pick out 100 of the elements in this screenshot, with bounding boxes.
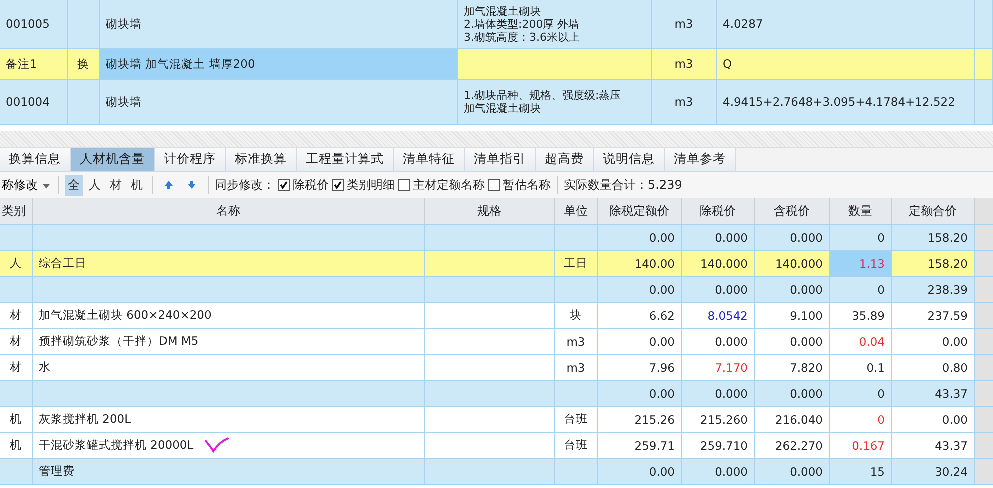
quantity-cell: 0.04 — [859, 334, 885, 348]
base-price-cell: 140.00 — [634, 256, 675, 270]
table-row[interactable]: 0.00 0.000 0.000 0 43.37 — [0, 381, 993, 407]
base-price-cell: 0.00 — [649, 282, 675, 296]
quantity-cell: 4.9415+2.7648+3.095+4.1784+12.522 — [723, 95, 956, 109]
category-cell: 机 — [10, 438, 22, 453]
feature-line: 加气混凝土砌块 — [464, 102, 541, 115]
tax-price-cell: 140.000 — [775, 256, 823, 270]
unit-cell: 台班 — [564, 412, 588, 427]
code-cell: 备注1 — [6, 56, 38, 72]
row-filler — [975, 355, 993, 380]
total-cell: 30.24 — [935, 464, 968, 478]
table-row[interactable]: 材 水 m3 7.96 7.170 7.820 0.1 0.80 — [0, 355, 993, 381]
total-cell: 158.20 — [928, 256, 968, 270]
unit-cell: m3 — [566, 360, 586, 374]
filter-button[interactable]: 材 — [107, 174, 125, 196]
tax-price-cell: 7.820 — [790, 360, 823, 374]
column-header[interactable]: 数量 — [830, 198, 892, 224]
table-row[interactable]: 机 干混砂浆罐式搅拌机 20000L 台班 259.71 259.710 262.270 0.167 43.37 — [0, 433, 993, 459]
table-row[interactable]: 备注1 换 砌块墙 加气混凝土 墙厚200 m3 Q — [0, 49, 993, 80]
tab[interactable]: 清单特征 — [394, 148, 465, 171]
tax-price-cell: 0.000 — [790, 334, 823, 348]
tab[interactable]: 计价程序 — [155, 148, 226, 171]
total-cell: 158.20 — [928, 230, 968, 244]
tab[interactable]: 工程量计算式 — [297, 148, 394, 171]
row-filler — [975, 251, 993, 276]
quantity-cell: 0 — [878, 386, 885, 400]
tab[interactable]: 说明信息 — [594, 148, 665, 171]
category-cell: 材 — [10, 334, 22, 349]
table-row[interactable]: 材 加气混凝土砌块 600×240×200 块 6.62 8.0542 9.100 35.89 237.59 — [0, 303, 993, 329]
tax-price-cell: 0.000 — [790, 230, 823, 244]
price-cell: 7.170 — [715, 360, 748, 374]
caret-icon — [43, 184, 50, 188]
quantity-total: 实际数量合计：5.239 — [564, 176, 682, 194]
category-cell: 机 — [10, 412, 22, 427]
unit-cell: m3 — [674, 95, 694, 109]
name-edit-dropdown[interactable]: 称修改 — [0, 176, 52, 194]
checkbox[interactable] — [488, 179, 500, 191]
checkbox-label[interactable]: 除税价 — [293, 176, 329, 194]
quantity-cell: 15 — [870, 464, 885, 478]
unit-cell: m3 — [674, 57, 694, 71]
base-price-cell: 0.00 — [649, 334, 675, 348]
row-filler — [975, 303, 993, 328]
unit-cell: 台班 — [564, 438, 588, 453]
price-cell: 8.0542 — [708, 308, 748, 322]
checkbox[interactable] — [398, 179, 410, 191]
column-header[interactable]: 含税价 — [755, 198, 830, 224]
tab[interactable]: 换算信息 — [0, 148, 71, 171]
tab[interactable]: 标准换算 — [226, 148, 297, 171]
filter-button[interactable]: 人 — [86, 174, 104, 196]
price-cell: 0.000 — [715, 282, 748, 296]
move-up-icon[interactable] — [164, 180, 174, 190]
table-row[interactable]: 机 灰浆搅拌机 200L 台班 215.26 215.260 216.040 0 0.00 — [0, 407, 993, 433]
name-cell: 管理费 — [39, 464, 75, 479]
table-row[interactable]: 001004 砌块墙 1.砌块品种、规格、强度级:蒸压 加气混凝土砌块 m3 4.9415+2.7648+3.095+4.1784+12.522 — [0, 80, 993, 125]
filter-button[interactable]: 机 — [128, 174, 146, 196]
filter-button[interactable]: 全 — [65, 174, 83, 196]
total-cell: 0.00 — [942, 334, 968, 348]
column-header[interactable]: 单位 — [555, 198, 598, 224]
base-price-cell: 0.00 — [649, 464, 675, 478]
table-row[interactable]: 0.00 0.000 0.000 0 238.39 — [0, 277, 993, 303]
checkbox-label[interactable]: 类别明细 — [347, 176, 395, 194]
tab[interactable]: 清单参考 — [665, 148, 736, 171]
checkbox[interactable] — [332, 179, 344, 191]
column-header[interactable]: 除税价 — [682, 198, 755, 224]
feature-line: 2.墙体类型:200厚 外墙 — [464, 18, 580, 30]
name-cell: 干混砂浆罐式搅拌机 20000L — [39, 438, 194, 453]
table-row[interactable]: 0.00 0.000 0.000 0 158.20 — [0, 225, 993, 251]
quantity-cell: 0 — [878, 230, 885, 244]
column-header[interactable]: 名称 — [33, 198, 425, 224]
type-cell: 换 — [78, 56, 90, 72]
base-price-cell: 215.26 — [634, 412, 675, 426]
name-cell: 砌块墙 加气混凝土 墙厚200 — [106, 56, 256, 72]
column-header[interactable]: 规格 — [425, 198, 555, 224]
tab[interactable]: 清单指引 — [465, 148, 536, 171]
table-row[interactable]: 材 预拌砌筑砂浆（干拌）DM M5 m3 0.00 0.000 0.000 0.04 0.00 — [0, 329, 993, 355]
tab[interactable]: 人材机含量 — [71, 148, 155, 171]
total-cell: 43.37 — [935, 386, 968, 400]
column-header[interactable]: 类别 — [0, 198, 33, 224]
table-row[interactable]: 人 综合工日 工日 140.00 140.000 140.000 1.13 158.20 — [0, 251, 993, 277]
unit-cell: m3 — [674, 17, 694, 31]
tax-price-cell: 262.270 — [775, 438, 823, 452]
quantity-cell: Q — [723, 57, 732, 71]
table-row[interactable]: 管理费 0.00 0.000 0.000 15 30.24 — [0, 459, 993, 485]
checkbox-label[interactable]: 暂估名称 — [503, 176, 551, 194]
tax-price-cell: 9.100 — [790, 308, 823, 322]
quantity-cell: 0 — [878, 412, 885, 426]
checkbox-label[interactable]: 主材定额名称 — [413, 176, 485, 194]
total-cell: 237.59 — [928, 308, 968, 322]
total-cell: 0.00 — [942, 412, 968, 426]
quantity-cell: 0.167 — [852, 438, 885, 452]
column-header[interactable]: 除税定额价 — [598, 198, 682, 224]
unit-cell: m3 — [566, 334, 586, 348]
tab[interactable]: 超高费 — [536, 148, 594, 171]
move-down-icon[interactable] — [187, 180, 197, 190]
checkbox[interactable] — [278, 179, 290, 191]
price-cell: 0.000 — [715, 334, 748, 348]
name-cell: 砌块墙 — [106, 94, 142, 110]
row-filler — [975, 277, 993, 302]
code-cell: 001005 — [6, 17, 50, 31]
